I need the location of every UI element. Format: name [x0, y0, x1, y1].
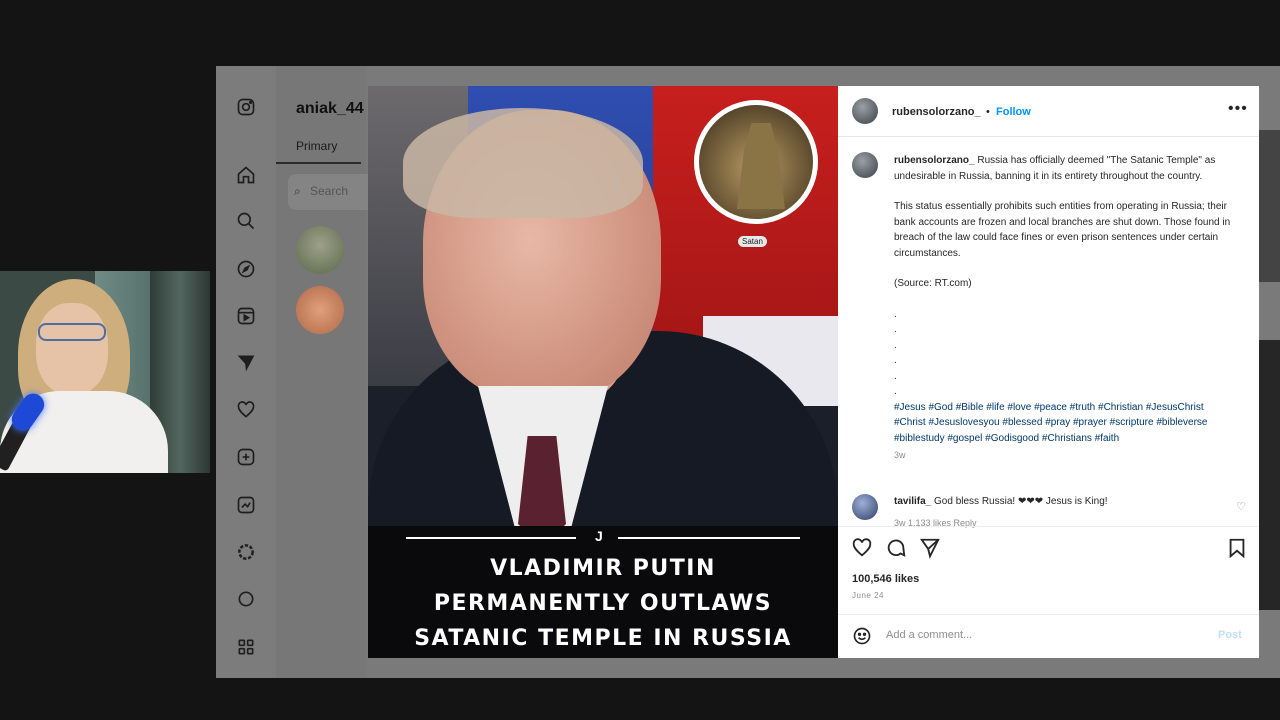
caption-paragraph-2: This status essentially prohibits such e…	[894, 201, 1231, 259]
inbox-username[interactable]: aniak_44	[296, 100, 364, 118]
dashboard-icon[interactable]	[235, 494, 257, 516]
background-post-edge	[1259, 340, 1280, 610]
inbox-panel: aniak_44 Primary ⌕ Search	[276, 66, 378, 678]
caption-dots: . . . . . .	[894, 307, 1234, 400]
home-icon[interactable]	[235, 164, 257, 186]
caption-age: 3w	[894, 450, 906, 460]
profile-icon[interactable]	[235, 588, 257, 610]
bookmark-icon[interactable]	[1226, 537, 1248, 559]
commenter-avatar[interactable]	[852, 494, 878, 520]
add-comment-input[interactable]: Add a comment...	[886, 629, 972, 641]
caption-username[interactable]: rubensolorzano_	[894, 155, 975, 166]
actions-divider	[838, 526, 1259, 527]
inbox-search[interactable]: ⌕ Search	[288, 174, 378, 210]
heart-icon[interactable]	[235, 399, 257, 421]
headline-line-1: VLADIMIR PUTIN	[490, 556, 716, 581]
emoji-icon[interactable]	[852, 626, 872, 646]
follow-button[interactable]: Follow	[996, 106, 1031, 118]
headline-line-3: SATANIC TEMPLE IN RUSSIA	[414, 626, 792, 651]
messages-icon[interactable]	[235, 352, 257, 374]
portrait-hair	[403, 108, 643, 218]
presenter-glasses	[38, 323, 106, 341]
publisher-logo: J	[595, 528, 603, 544]
create-icon[interactable]	[235, 446, 257, 468]
comment-like-icon[interactable]: ♡	[1236, 500, 1246, 513]
headline-line-2: PERMANENTLY OUTLAWS	[433, 591, 773, 616]
comment-icon[interactable]	[885, 537, 907, 559]
presenter-face	[36, 303, 108, 395]
reels-icon[interactable]	[235, 305, 257, 327]
explore-icon[interactable]	[235, 258, 257, 280]
statue-figure	[737, 123, 785, 209]
post-comment-button[interactable]: Post	[1218, 629, 1242, 641]
instagram-icon[interactable]	[235, 96, 257, 118]
header-divider	[838, 136, 1259, 137]
more-options-icon[interactable]: •••	[1228, 100, 1248, 118]
search-placeholder: Search	[310, 184, 349, 198]
share-icon[interactable]	[919, 537, 941, 559]
caption-dot: .	[894, 324, 897, 335]
author-avatar[interactable]	[852, 98, 878, 124]
caption-dot: .	[894, 308, 897, 320]
caption-source: (Source: RT.com)	[894, 278, 972, 289]
post-date: June 24	[852, 591, 884, 600]
chat-avatar[interactable]	[296, 226, 344, 274]
inset-statue-image	[694, 100, 818, 224]
inset-label: Satan	[738, 236, 767, 247]
chat-avatar[interactable]	[296, 286, 344, 334]
side-navigation	[216, 66, 276, 678]
more-menu-icon[interactable]	[235, 636, 257, 658]
like-icon[interactable]	[851, 537, 873, 559]
caption-hashtags[interactable]: #Jesus #God #Bible #life #love #peace #t…	[894, 400, 1234, 447]
webcam-overlay	[0, 271, 210, 473]
divider-line	[406, 537, 576, 539]
comment-username[interactable]: tavilifa_	[894, 496, 931, 507]
comment-divider	[838, 614, 1259, 615]
caption-avatar[interactable]	[852, 152, 878, 178]
caption-dot: .	[894, 370, 897, 382]
search-icon: ⌕	[294, 184, 301, 198]
author-username[interactable]: rubensolorzano_	[892, 106, 981, 118]
comment: tavilifa_ God bless Russia! ❤❤❤ Jesus is…	[894, 496, 1214, 507]
separator-dot: •	[986, 106, 990, 118]
search-icon[interactable]	[235, 210, 257, 232]
divider-line	[618, 537, 800, 539]
likes-count[interactable]: 100,546 likes	[852, 573, 919, 585]
threads-icon[interactable]	[235, 541, 257, 563]
tab-underline	[276, 162, 361, 164]
caption-dot: .	[894, 355, 897, 366]
tab-primary[interactable]: Primary	[296, 139, 337, 153]
caption-dot: .	[894, 386, 897, 397]
post-details-panel: rubensolorzano_ • Follow ••• rubensolorz…	[838, 86, 1259, 658]
post-image[interactable]: Satan J VLADIMIR PUTIN PERMANENTLY OUTLA…	[368, 86, 838, 658]
caption-dot: .	[894, 339, 897, 351]
background-post-edge	[1259, 130, 1280, 282]
statue-background	[699, 105, 813, 219]
post-caption: rubensolorzano_ Russia has officially de…	[894, 153, 1234, 464]
comment-text: God bless Russia! ❤❤❤ Jesus is King!	[934, 496, 1108, 507]
